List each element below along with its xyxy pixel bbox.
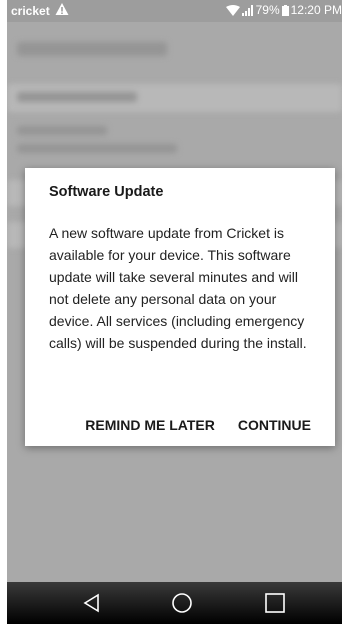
navigation-bar <box>7 582 342 624</box>
status-right: 79% 12:20 PM <box>225 3 342 17</box>
dialog-title: Software Update <box>49 184 164 200</box>
signal-icon <box>241 4 253 16</box>
remind-me-later-button[interactable]: REMIND ME LATER <box>85 417 215 433</box>
carrier-name: cricket <box>11 4 50 18</box>
background-row-text <box>17 144 177 153</box>
dialog-message: A new software update from Cricket is av… <box>49 225 307 351</box>
battery-percent: 79% <box>255 3 280 17</box>
background-row-text <box>17 92 137 102</box>
clock: 12:20 PM <box>290 3 342 17</box>
wifi-icon <box>225 4 240 16</box>
home-icon[interactable] <box>169 590 195 616</box>
status-bar: cricket 79% 12:20 PM <box>7 0 342 22</box>
continue-button[interactable]: CONTINUE <box>238 417 311 433</box>
background-row-text <box>17 126 107 135</box>
background-title <box>17 42 167 56</box>
software-update-dialog: Software Update A new software update fr… <box>25 168 335 446</box>
dialog-actions: REMIND ME LATER CONTINUE <box>85 417 311 433</box>
battery-icon <box>281 4 289 16</box>
back-icon[interactable] <box>79 590 105 616</box>
alert-icon <box>55 3 69 15</box>
recents-icon[interactable] <box>262 590 288 616</box>
